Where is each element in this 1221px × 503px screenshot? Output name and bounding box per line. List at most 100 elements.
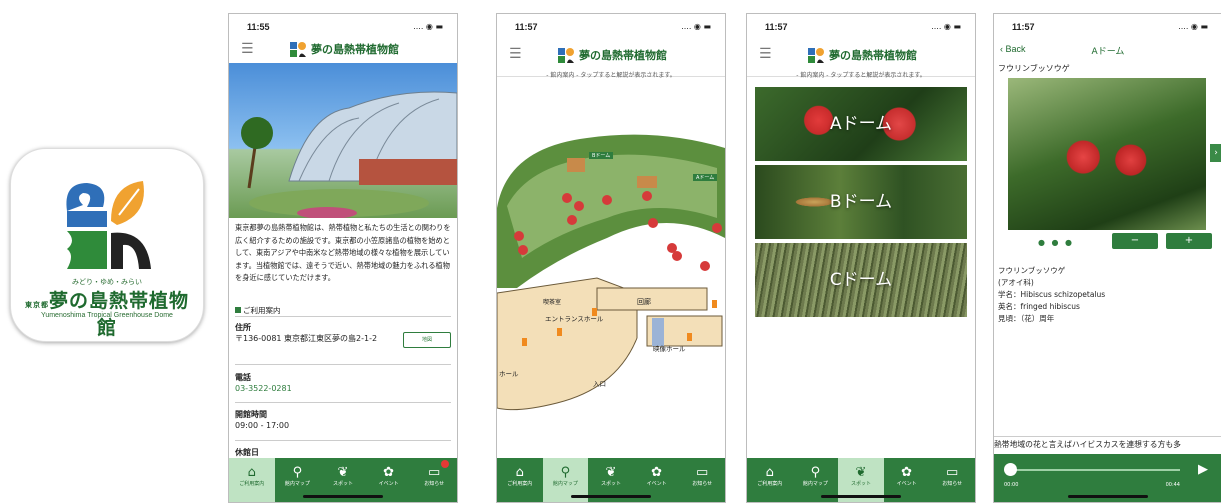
- header-logo: 夢の島熱帯植物館: [557, 44, 667, 66]
- flower-icon: ✿: [901, 465, 913, 480]
- nav-title: Aドーム: [1091, 47, 1125, 57]
- phone-number-link[interactable]: 03-3522-0281: [235, 383, 451, 394]
- hours-value: 09:00 - 17:00: [235, 421, 290, 430]
- notification-badge: [440, 460, 449, 468]
- dome-icon: ⌂: [247, 465, 256, 480]
- hamburger-menu-icon[interactable]: ☰: [509, 46, 522, 62]
- dome-card-a[interactable]: Aドーム: [755, 87, 967, 161]
- screen-map: 11:57 .... ◉ ▬ ☰ 夢の島熱帯植物館 - 館内案内 - タップする…: [496, 13, 726, 503]
- audio-time-total: 00:44: [1165, 482, 1180, 488]
- status-time: 11:57: [765, 22, 788, 32]
- signal-wifi-battery-icon: .... ◉ ▬: [931, 22, 961, 31]
- closed-label: 休館日: [235, 448, 259, 457]
- next-photo-icon[interactable]: ›: [1210, 144, 1221, 162]
- dome-card-c[interactable]: Cドーム: [755, 243, 967, 317]
- floor-map[interactable]: Bドーム Aドーム 喫茶室 回廊 エントランスホール 映像ホール ホール 入口: [497, 88, 725, 460]
- signal-wifi-battery-icon: .... ◉ ▬: [1178, 22, 1208, 31]
- tab-news[interactable]: ▭ お知らせ: [929, 458, 975, 502]
- leaf-icon: ❦: [337, 465, 349, 480]
- map-pin-icon: ⚲: [292, 465, 303, 480]
- divider: [235, 402, 451, 403]
- home-indicator: [303, 495, 383, 498]
- hamburger-menu-icon[interactable]: ☰: [241, 41, 254, 57]
- greenhouse-photo: [229, 63, 457, 218]
- divider: [235, 364, 451, 365]
- hours-label: 開館時間: [235, 410, 267, 419]
- home-indicator: [1068, 495, 1148, 498]
- dome-card-b[interactable]: Bドーム: [755, 165, 967, 239]
- status-bar: 11:57 .... ◉ ▬: [747, 14, 975, 36]
- app-header: ☰ 夢の島熱帯植物館: [229, 36, 457, 64]
- corridor-label: 回廊: [637, 298, 651, 306]
- hall-label: ホール: [499, 370, 519, 378]
- logo-mark-icon: [807, 46, 825, 64]
- event-hall-label: 映像ホール: [653, 345, 686, 353]
- tab-news[interactable]: ▭ お知らせ: [411, 458, 457, 502]
- tea-room-label: 喫茶室: [543, 299, 562, 306]
- guide-heading: ご利用案内: [235, 305, 281, 316]
- map-pin-icon: ⚲: [810, 465, 821, 480]
- signal-wifi-battery-icon: .... ◉ ▬: [413, 22, 443, 31]
- status-time: 11:57: [1012, 22, 1035, 32]
- leaf-icon: ❦: [855, 465, 867, 480]
- tab-news[interactable]: ▭ お知らせ: [679, 458, 725, 502]
- dome-icon: ⌂: [515, 465, 524, 480]
- play-icon[interactable]: ▶: [1198, 462, 1208, 477]
- audio-progress-knob[interactable]: [1004, 463, 1017, 476]
- logo-mark-icon: [289, 40, 307, 58]
- map-pin-icon: ⚲: [560, 465, 571, 480]
- app-icon-english-name: Yumenoshima Tropical Greenhouse Dome: [41, 312, 173, 319]
- status-bar: 11:57 .... ◉ ▬: [994, 14, 1221, 36]
- flower-icon: ✿: [651, 465, 663, 480]
- tab-guide[interactable]: ⌂ ご利用案内: [747, 458, 793, 502]
- divider: [235, 316, 451, 317]
- audio-caption-marquee: 熱帯地域の花と言えばハイビスカスを連想する方も多: [994, 436, 1221, 450]
- signal-wifi-battery-icon: .... ◉ ▬: [681, 22, 711, 31]
- phone-label: 電話: [235, 373, 251, 382]
- screen-spots: 11:57 .... ◉ ▬ ☰ 夢の島熱帯植物館 - 館内案内 - タップする…: [746, 13, 976, 503]
- entrance-hall-label: エントランスホール: [545, 315, 604, 323]
- app-logo-mark: [66, 181, 151, 269]
- message-icon: ▭: [946, 465, 959, 480]
- message-icon: ▭: [428, 465, 441, 480]
- message-icon: ▭: [696, 465, 709, 480]
- entrance-label: 入口: [593, 380, 606, 388]
- header-logo: 夢の島熱帯植物館: [289, 38, 399, 60]
- tab-guide[interactable]: ⌂ ご利用案内: [229, 458, 275, 502]
- plant-description: フウリンブッソウゲ (アオイ科) 学名：Hibiscus schizopetal…: [998, 266, 1106, 323]
- dome-icon: ⌂: [765, 465, 774, 480]
- divider: [235, 440, 451, 441]
- logo-mark-icon: [557, 46, 575, 64]
- zoom-in-button[interactable]: +: [1166, 233, 1212, 249]
- plant-photo[interactable]: [1008, 78, 1206, 230]
- hamburger-menu-icon[interactable]: ☰: [759, 46, 772, 62]
- logo-text: 夢の島熱帯植物館: [311, 43, 399, 56]
- home-indicator: [821, 495, 901, 498]
- b-dome-label: Bドーム: [589, 152, 614, 159]
- status-time: 11:55: [247, 22, 270, 32]
- audio-progress-track[interactable]: [1010, 469, 1180, 471]
- screen-guide: 11:55 .... ◉ ▬ ☰ 夢の島熱帯植物館 東京都夢の島熱帯植物館は、熱…: [228, 13, 458, 503]
- logo-text: 夢の島熱帯植物館: [829, 49, 917, 62]
- audio-time-current: 00:00: [1004, 482, 1019, 488]
- plant-name-heading: フウリンブッソウゲ: [998, 64, 1070, 73]
- tab-guide[interactable]: ⌂ ご利用案内: [497, 458, 543, 502]
- home-indicator: [571, 495, 651, 498]
- photo-page-indicator: ● ● ●: [1038, 238, 1075, 247]
- logo-text: 夢の島熱帯植物館: [579, 49, 667, 62]
- address-value: 〒136-0081 東京都江東区夢の島2-1-2: [235, 334, 378, 343]
- status-bar: 11:55 .... ◉ ▬: [229, 14, 457, 36]
- app-icon[interactable]: みどり・ゆめ・みらい 東京都夢の島熱帯植物館 Yumenoshima Tropi…: [10, 148, 204, 342]
- leaf-icon: ❦: [605, 465, 617, 480]
- phone-section: 電話 03-3522-0281: [235, 372, 451, 394]
- zoom-out-button[interactable]: −: [1112, 233, 1158, 249]
- map-note: - 館内案内 - タップすると解説が表示されます。: [546, 72, 676, 79]
- intro-text: 東京都夢の島熱帯植物館は、熱帯植物と私たちの生活との関わりを広く紹介するための施…: [235, 223, 451, 282]
- spots-note: - 館内案内 - タップすると解説が表示されます。: [796, 72, 926, 79]
- flower-icon: ✿: [383, 465, 395, 480]
- header-logo: 夢の島熱帯植物館: [807, 44, 917, 66]
- status-time: 11:57: [515, 22, 538, 32]
- screen-plant-detail: 11:57 .... ◉ ▬ ‹ Back Aドーム フウリンブッソウゲ › ●…: [993, 13, 1221, 503]
- a-dome-label: Aドーム: [693, 174, 718, 181]
- map-button[interactable]: 地図: [403, 332, 451, 348]
